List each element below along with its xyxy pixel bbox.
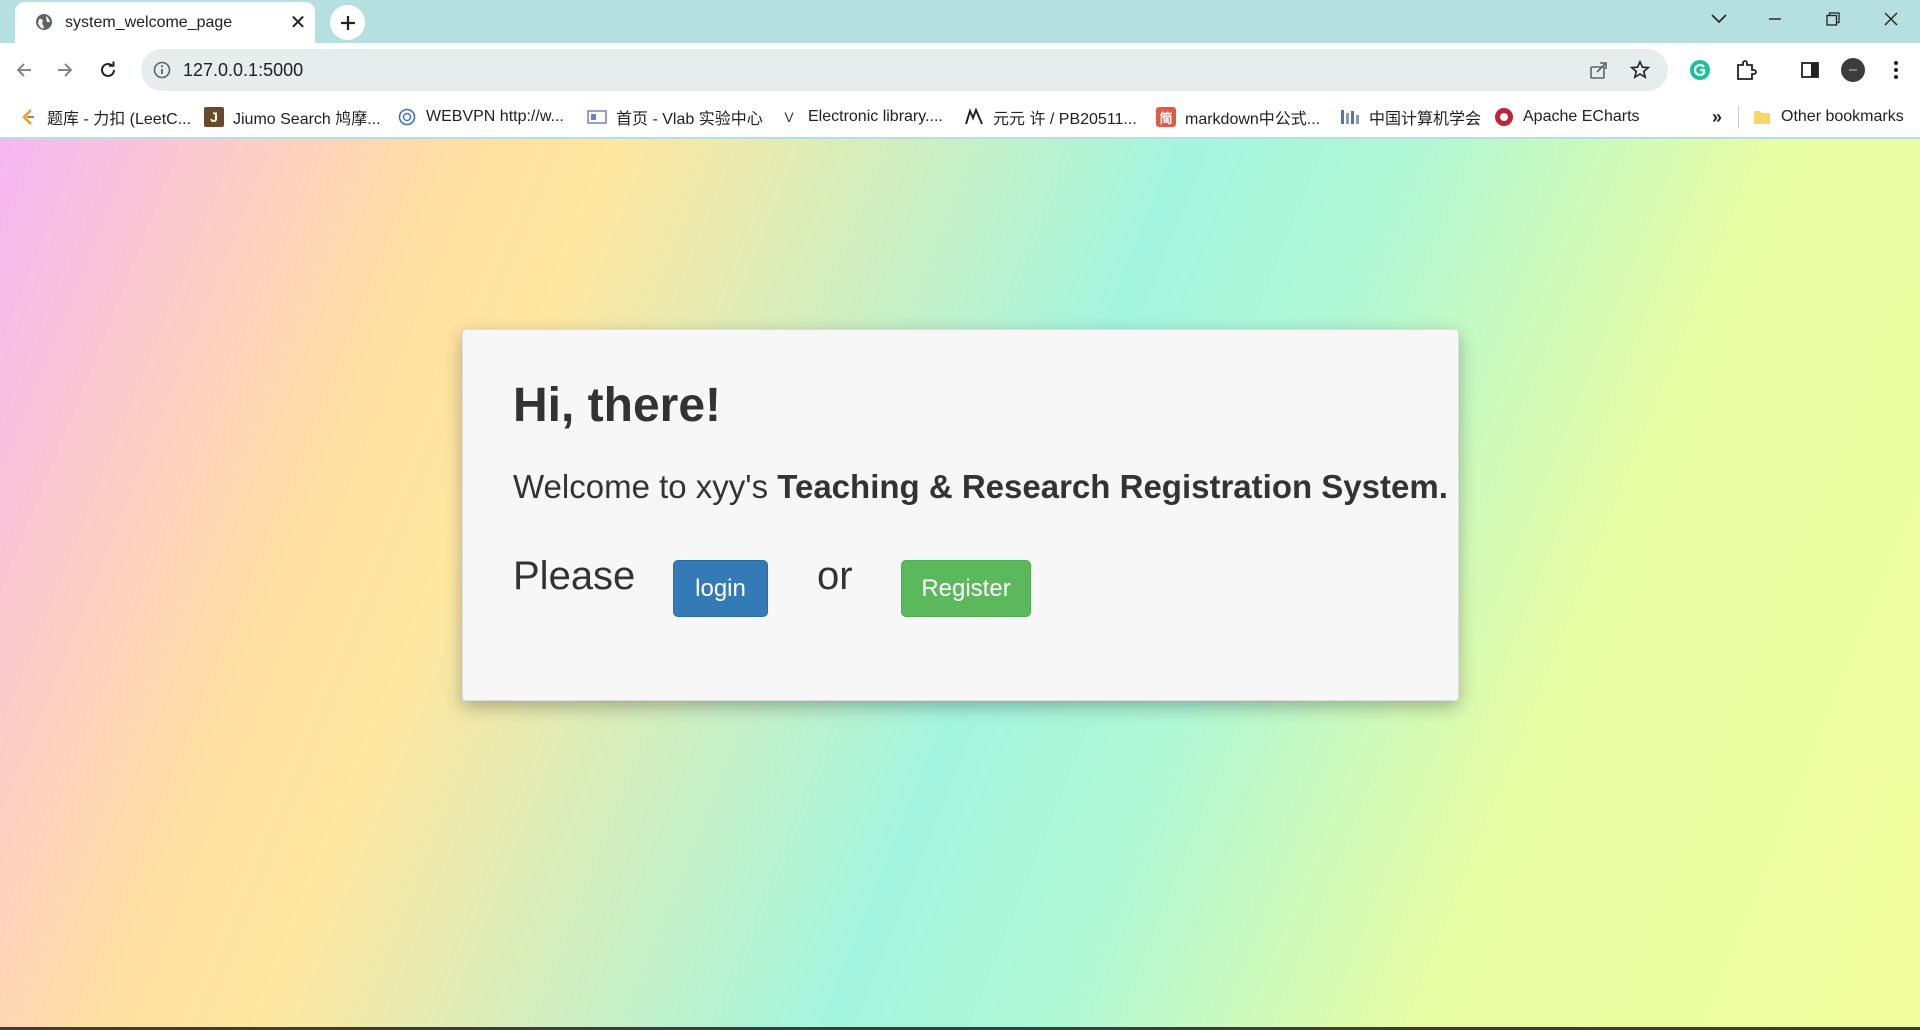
puzzle-icon: [1737, 60, 1757, 80]
new-tab-button[interactable]: [330, 5, 365, 40]
bookmark-label: 首页 - Vlab 实验中心: [616, 111, 763, 128]
bookmark-star-button[interactable]: [1624, 54, 1656, 86]
profile-button[interactable]: [1836, 53, 1870, 87]
grammarly-extension-button[interactable]: [1683, 53, 1717, 87]
forward-button[interactable]: [48, 53, 82, 87]
back-button[interactable]: [7, 53, 41, 87]
bookmark-label: Other bookmarks: [1781, 108, 1904, 125]
register-button[interactable]: Register: [901, 560, 1031, 617]
bookmark-label: markdown中公式...: [1185, 111, 1321, 128]
bookmarks-overflow-button[interactable]: »: [1712, 104, 1722, 130]
welcome-card: Hi, there! Welcome to xyy's Teaching & R…: [462, 329, 1459, 701]
share-button[interactable]: [1583, 54, 1615, 86]
bookmark-label: Electronic library....: [808, 108, 943, 125]
welcome-prefix: Welcome to xyy's: [513, 468, 778, 505]
restore-icon: [1826, 12, 1840, 26]
welcome-text: Welcome to xyy's Teaching & Research Reg…: [513, 468, 1448, 506]
bookmark-label: Apache ECharts: [1523, 108, 1640, 125]
system-name: Teaching & Research Registration System.: [777, 468, 1448, 505]
browser-toolbar: 127.0.0.1:5000: [0, 43, 1920, 96]
arrow-left-icon: [16, 63, 31, 77]
bookmarks-divider: [1738, 106, 1739, 128]
plus-icon: [340, 15, 355, 30]
ccf-icon: [1340, 107, 1360, 127]
please-text: Please: [513, 554, 636, 598]
address-bar[interactable]: 127.0.0.1:5000: [141, 49, 1668, 91]
page-background: Hi, there! Welcome to xyy's Teaching & R…: [0, 139, 1920, 1030]
bookmark-label: 元元 许 / PB20511...: [993, 111, 1137, 128]
info-icon[interactable]: [153, 61, 171, 79]
vlab-icon: [587, 107, 607, 127]
bookmark-echarts[interactable]: Apache ECharts: [1494, 104, 1640, 130]
bookmark-label: Jiumo Search 鸠摩...: [233, 111, 381, 128]
electronic-library-icon: V: [784, 109, 794, 125]
chevron-down-icon: [1711, 14, 1727, 24]
side-panel-icon: [1801, 62, 1819, 78]
bookmark-ccf[interactable]: 中国计算机学会: [1340, 104, 1481, 130]
url-text[interactable]: 127.0.0.1:5000: [183, 60, 303, 81]
more-vert-icon: [1894, 61, 1898, 79]
tab-search-button[interactable]: [1696, 0, 1742, 38]
side-panel-button[interactable]: [1793, 53, 1827, 87]
bookmark-label: 题库 - 力扣 (LeetC...: [47, 111, 192, 128]
jiumo-icon: J: [204, 107, 224, 127]
echarts-icon: [1494, 107, 1514, 127]
bookmarks-bar: 题库 - 力扣 (LeetC... J Jiumo Search 鸠摩... W…: [0, 96, 1920, 138]
minimize-icon: [1769, 18, 1781, 20]
close-tab-icon[interactable]: ✕: [286, 10, 310, 34]
reload-icon: [101, 61, 115, 77]
tab-strip: system_welcome_page ✕: [0, 0, 1920, 43]
minimize-button[interactable]: [1752, 0, 1798, 38]
bookmark-webvpn[interactable]: WEBVPN http://w...: [397, 104, 564, 130]
leetcode-icon: [18, 107, 38, 127]
jianshu-icon: 简: [1156, 107, 1176, 127]
folder-icon: [1752, 107, 1772, 127]
browser-tab[interactable]: system_welcome_page ✕: [15, 2, 315, 43]
or-text: or: [817, 554, 853, 598]
bookmark-leetcode[interactable]: 题库 - 力扣 (LeetC...: [18, 104, 191, 130]
tab-title: system_welcome_page: [65, 14, 233, 31]
webvpn-icon: [397, 107, 417, 127]
extensions-button[interactable]: [1729, 53, 1763, 87]
restore-button[interactable]: [1810, 0, 1856, 38]
menu-button[interactable]: [1879, 53, 1913, 87]
close-window-button[interactable]: [1868, 0, 1914, 38]
bookmark-label: WEBVPN http://w...: [426, 108, 564, 125]
globe-icon: [36, 14, 52, 30]
gitlab-icon: [964, 107, 984, 127]
bookmark-gitlab[interactable]: 元元 许 / PB20511...: [964, 104, 1137, 130]
page-title: Hi, there!: [513, 379, 722, 432]
other-bookmarks-folder[interactable]: Other bookmarks: [1752, 104, 1904, 130]
arrow-right-icon: [58, 63, 73, 77]
overflow-chevron-icon: »: [1712, 106, 1723, 127]
bookmark-vlab[interactable]: 首页 - Vlab 实验中心: [587, 104, 763, 130]
bookmark-electronic-library[interactable]: V Electronic library....: [779, 104, 943, 130]
bookmark-label: 中国计算机学会: [1369, 111, 1482, 128]
bookmark-jiumo[interactable]: J Jiumo Search 鸠摩...: [204, 104, 381, 130]
grammarly-icon: [1690, 60, 1710, 80]
star-icon: [1630, 60, 1650, 79]
login-button[interactable]: login: [673, 560, 768, 617]
share-icon: [1590, 62, 1607, 79]
close-icon: [1884, 12, 1898, 26]
bookmark-markdown[interactable]: 简 markdown中公式...: [1156, 104, 1320, 130]
reload-button[interactable]: [91, 53, 125, 87]
avatar: [1841, 58, 1865, 82]
